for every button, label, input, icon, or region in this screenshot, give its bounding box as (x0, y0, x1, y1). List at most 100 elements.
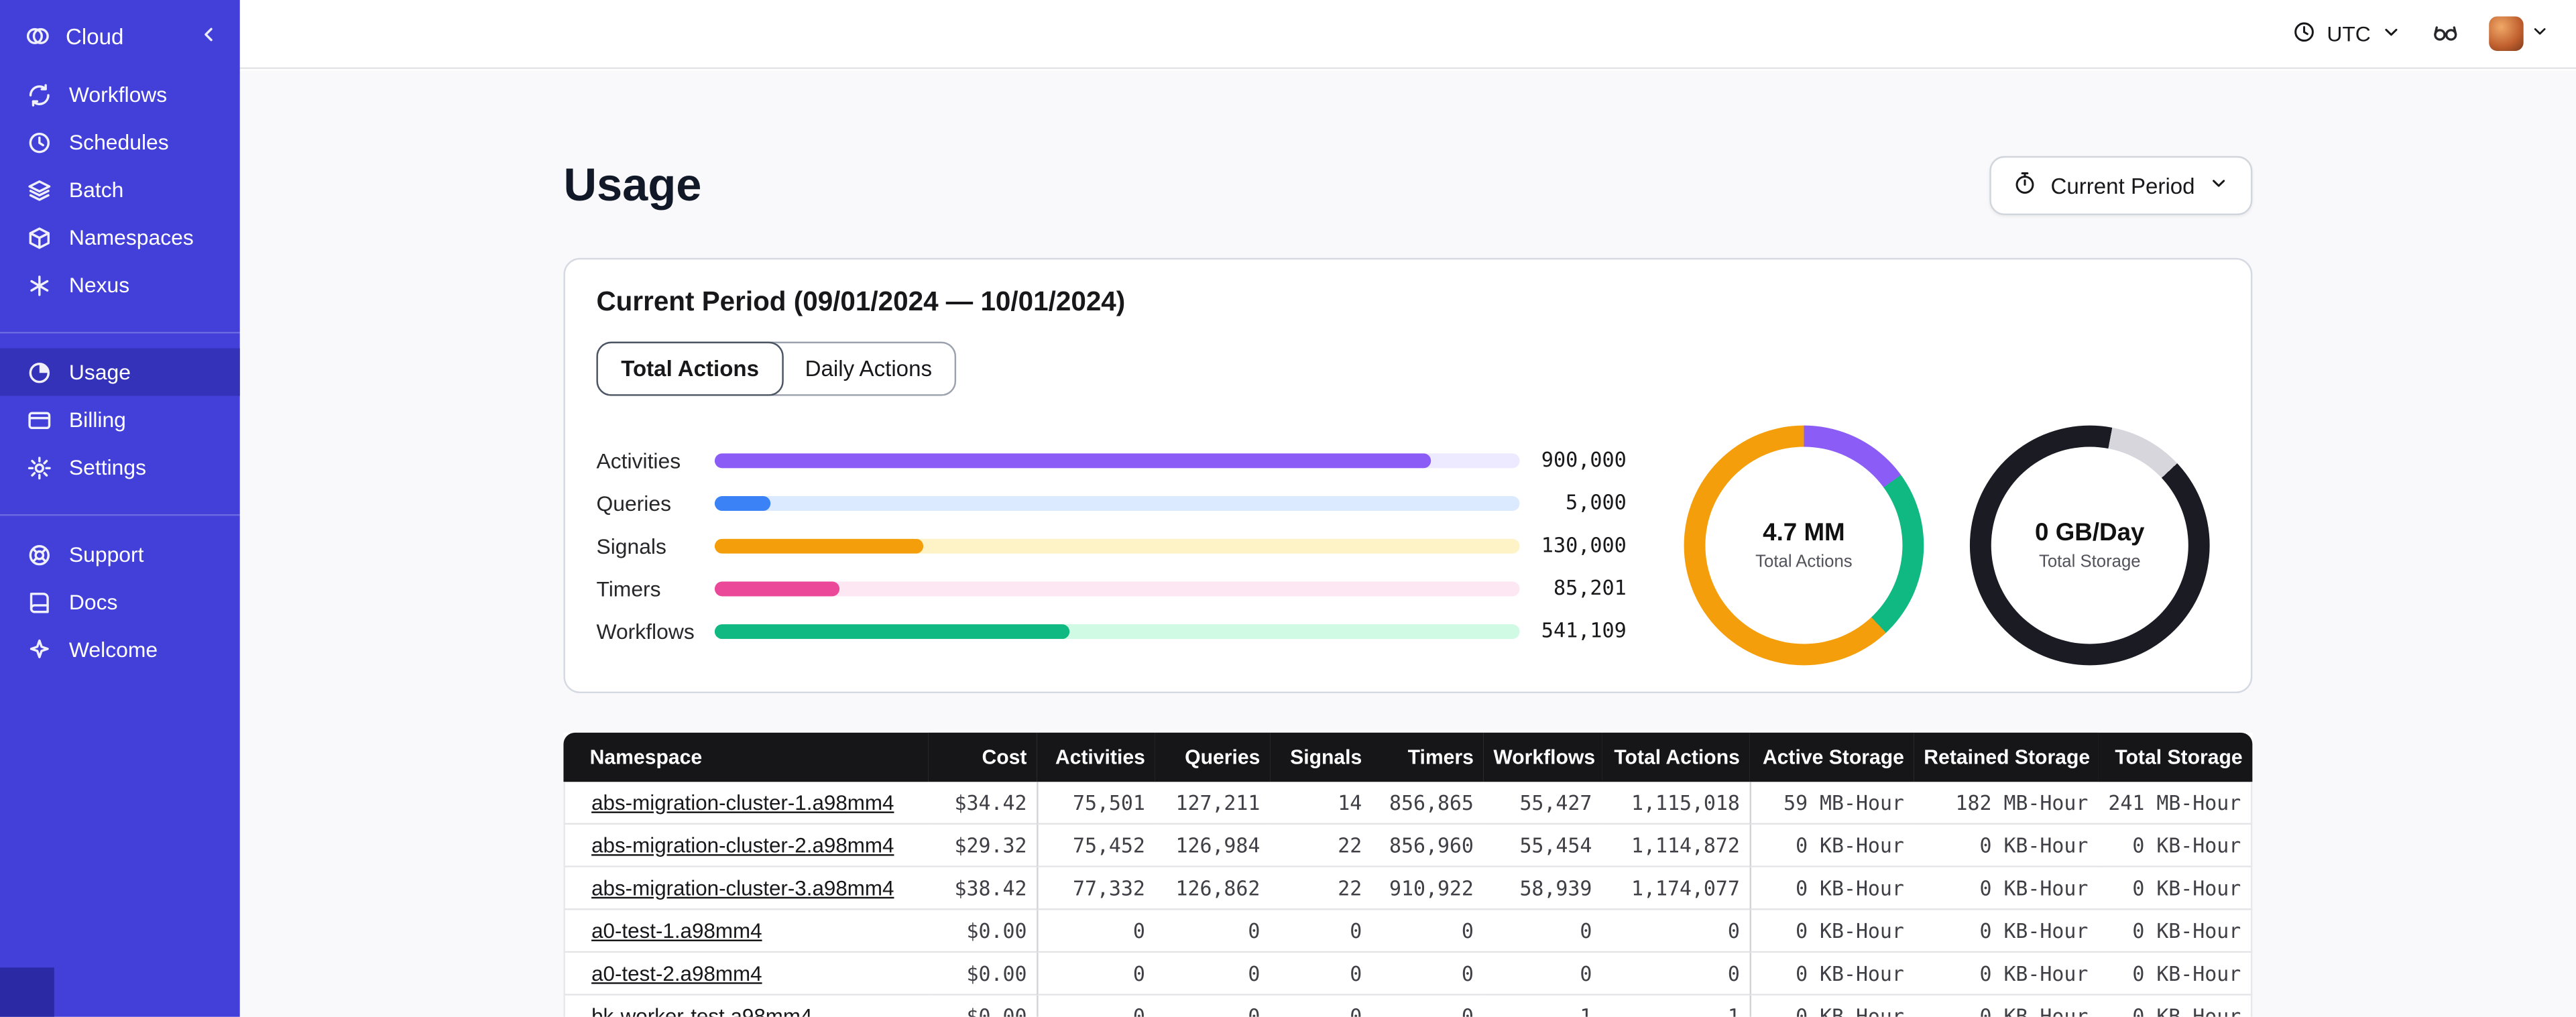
table-row: a0-test-1.a98mm4 $0.00 0 0 0 0 0 0 0 KB-Hour 0 KB… (563, 910, 2253, 953)
value-cell: 55,427 (1483, 782, 1602, 825)
namespace-link[interactable]: a0-test-2.a98mm4 (591, 960, 762, 985)
namespace-cell: abs-migration-cluster-3.a98mm4 (563, 867, 929, 910)
column-header: Cost (928, 732, 1037, 782)
column-header: Total Actions (1602, 732, 1750, 782)
timezone-label: UTC (2327, 21, 2371, 46)
namespace-cell: abs-migration-cluster-2.a98mm4 (563, 825, 929, 868)
value-cell: 0 (1270, 953, 1372, 996)
value-cell: 0 (1372, 995, 1484, 1017)
table-header-row: Namespace Cost Activities Queries Signals Tim… (563, 732, 2253, 782)
user-menu[interactable] (2489, 16, 2550, 51)
temporal-logo-icon (25, 23, 51, 49)
sidebar-item-namespaces[interactable]: Namespaces (0, 214, 240, 261)
value-cell: 0 (1155, 910, 1271, 953)
value-cell: 126,862 (1155, 867, 1271, 910)
value-cell: 127,211 (1155, 782, 1271, 825)
bar-fill (714, 453, 1431, 468)
sidebar-item-label: Docs (68, 589, 118, 615)
sidebar-collapse-button[interactable] (194, 21, 223, 51)
value-cell: 0 (1270, 995, 1372, 1017)
namespace-link[interactable]: abs-migration-cluster-3.a98mm4 (591, 875, 894, 900)
bar-track (714, 581, 1520, 596)
total-storage-label: Total Storage (2038, 552, 2141, 572)
sidebar-item-billing[interactable]: Billing (0, 396, 240, 444)
period-dropdown[interactable]: Current Period (1989, 156, 2253, 215)
usage-bar-row: Activities 900,000 (596, 438, 1626, 481)
value-cell: 1,114,872 (1602, 825, 1750, 868)
value-cell: $29.32 (928, 825, 1037, 868)
sidebar-item-schedules[interactable]: Schedules (0, 118, 240, 166)
value-cell: 59 MB-Hour (1749, 782, 1914, 825)
sidebar-item-label: Settings (68, 455, 147, 480)
value-cell: 0 (1037, 953, 1155, 996)
bar-track (714, 538, 1520, 553)
value-cell: 55,454 (1483, 825, 1602, 868)
sidebar-item-support[interactable]: Support (0, 530, 240, 578)
namespace-cell: a0-test-1.a98mm4 (563, 910, 929, 953)
docs-icon (26, 589, 52, 615)
value-cell: 0 KB-Hour (2098, 953, 2253, 996)
value-cell: 0 KB-Hour (1749, 867, 1914, 910)
value-cell: 0 (1372, 953, 1484, 996)
tab-daily-actions[interactable]: Daily Actions (780, 342, 957, 396)
bar-value: 5,000 (1566, 491, 1627, 514)
value-cell: 1 (1602, 995, 1750, 1017)
bar-fill (714, 581, 839, 596)
table-row: a0-test-2.a98mm4 $0.00 0 0 0 0 0 0 0 KB-Hour 0 KB… (563, 953, 2253, 996)
value-cell: 77,332 (1037, 867, 1155, 910)
sidebar: Cloud Workflows Schedules Batch Namespaces N… (0, 0, 240, 1017)
value-cell: 22 (1270, 867, 1372, 910)
timezone-select[interactable]: UTC (2292, 19, 2402, 48)
value-cell: 0 KB-Hour (1914, 953, 2099, 996)
actions-bar-chart: Activities 900,000 Queries 5,000 Signals 130,… (596, 438, 1626, 652)
sidebar-item-settings[interactable]: Settings (0, 444, 240, 491)
sidebar-item-workflows[interactable]: Workflows (0, 70, 240, 118)
sidebar-group: Support Docs Welcome (0, 514, 240, 690)
sidebar-item-welcome[interactable]: Welcome (0, 626, 240, 674)
chevron-down-icon (2208, 172, 2229, 198)
sidebar-item-label: Billing (68, 407, 126, 432)
sidebar-item-nexus[interactable]: Nexus (0, 261, 240, 309)
bar-value: 541,109 (1541, 619, 1627, 643)
column-header: Active Storage (1749, 732, 1914, 782)
value-cell: 0 (1037, 995, 1155, 1017)
sidebar-item-usage[interactable]: Usage (0, 348, 240, 396)
namespace-cell: abs-migration-cluster-1.a98mm4 (563, 782, 929, 825)
value-cell: 58,939 (1483, 867, 1602, 910)
sidebar-item-docs[interactable]: Docs (0, 579, 240, 626)
chevron-down-icon (2380, 21, 2402, 47)
column-header: Retained Storage (1914, 732, 2099, 782)
namespace-link[interactable]: a0-test-1.a98mm4 (591, 917, 762, 942)
page-title: Usage (563, 159, 702, 211)
value-cell: $38.42 (928, 867, 1037, 910)
value-cell: 0 KB-Hour (2098, 867, 2253, 910)
column-header: Workflows (1483, 732, 1602, 782)
page-header: Usage Current Period (563, 156, 2253, 215)
sidebar-item-label: Batch (68, 177, 124, 202)
tab-total-actions[interactable]: Total Actions (596, 341, 784, 396)
sidebar-item-label: Welcome (68, 637, 158, 662)
namespace-usage-table: Namespace Cost Activities Queries Signals Tim… (563, 732, 2253, 1017)
sidebar-item-label: Support (68, 542, 144, 567)
sidebar-item-batch[interactable]: Batch (0, 166, 240, 213)
bar-label: Workflows (596, 618, 695, 644)
bar-label: Queries (596, 490, 672, 516)
namespace-link[interactable]: abs-migration-cluster-2.a98mm4 (591, 832, 894, 857)
bar-track (714, 495, 1520, 510)
card-title: Current Period (09/01/2024 — 10/01/2024) (596, 287, 1126, 317)
donut-charts: 4.7 MM Total Actions 0 GB/Day Total Stor… (1684, 425, 2220, 666)
namespace-link[interactable]: bk-worker-test.a98mm4 (591, 1003, 812, 1017)
glasses-button[interactable] (2431, 17, 2459, 50)
value-cell: 0 (1483, 953, 1602, 996)
total-actions-donut: 4.7 MM Total Actions (1684, 425, 1924, 666)
value-cell: 182 MB-Hour (1914, 782, 2099, 825)
value-cell: $0.00 (928, 910, 1037, 953)
namespace-link[interactable]: abs-migration-cluster-1.a98mm4 (591, 789, 894, 814)
value-cell: 0 (1270, 910, 1372, 953)
bar-value: 130,000 (1541, 534, 1627, 557)
bar-fill (714, 623, 1069, 638)
value-cell: 856,865 (1372, 782, 1484, 825)
value-cell: 0 KB-Hour (1749, 995, 1914, 1017)
settings-icon (26, 455, 52, 481)
schedules-icon (26, 129, 52, 155)
